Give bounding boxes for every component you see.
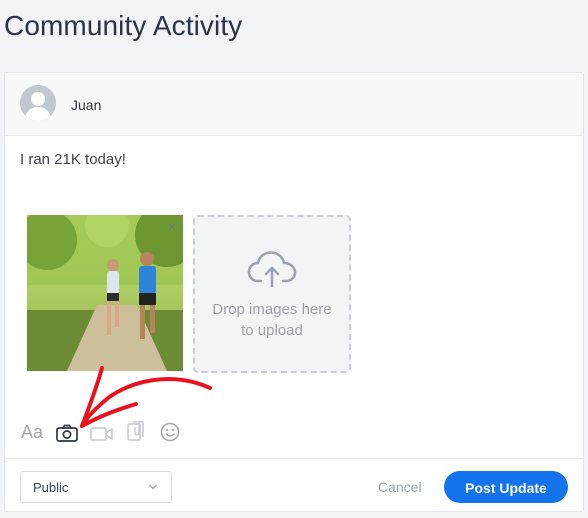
- remove-photo-button[interactable]: ×: [165, 220, 179, 234]
- image-dropzone[interactable]: Drop images here to upload: [193, 215, 351, 373]
- attachment-icon[interactable]: [126, 419, 146, 443]
- video-icon[interactable]: [89, 422, 115, 446]
- avatar: [20, 85, 56, 121]
- cancel-button[interactable]: Cancel: [378, 479, 422, 495]
- composer-header: Juan: [5, 73, 583, 136]
- page-title: Community Activity: [4, 10, 243, 41]
- visibility-select-value: Public: [33, 480, 69, 495]
- camera-icon[interactable]: [55, 421, 79, 445]
- user-silhouette-icon: [20, 85, 56, 121]
- post-text-input[interactable]: I ran 21K today!: [20, 151, 126, 168]
- emoji-icon[interactable]: [159, 420, 181, 444]
- chevron-down-icon: [149, 484, 157, 490]
- dropzone-line-2: to upload: [241, 322, 303, 339]
- composer-footer: Public Cancel Post Update: [5, 458, 583, 511]
- post-composer-card: Juan I ran 21K today! × Drop images here…: [4, 72, 584, 512]
- runners-photo: [27, 215, 183, 371]
- cloud-upload-icon: [247, 251, 297, 288]
- visibility-select[interactable]: Public: [20, 471, 172, 503]
- post-update-button[interactable]: Post Update: [444, 471, 568, 503]
- uploaded-photo-thumbnail: [27, 215, 183, 371]
- username: Juan: [71, 97, 102, 113]
- dropzone-line-1: Drop images here: [212, 301, 332, 318]
- dropzone-text: Drop images here to upload: [195, 299, 349, 341]
- font-size-icon[interactable]: Aa: [21, 422, 43, 446]
